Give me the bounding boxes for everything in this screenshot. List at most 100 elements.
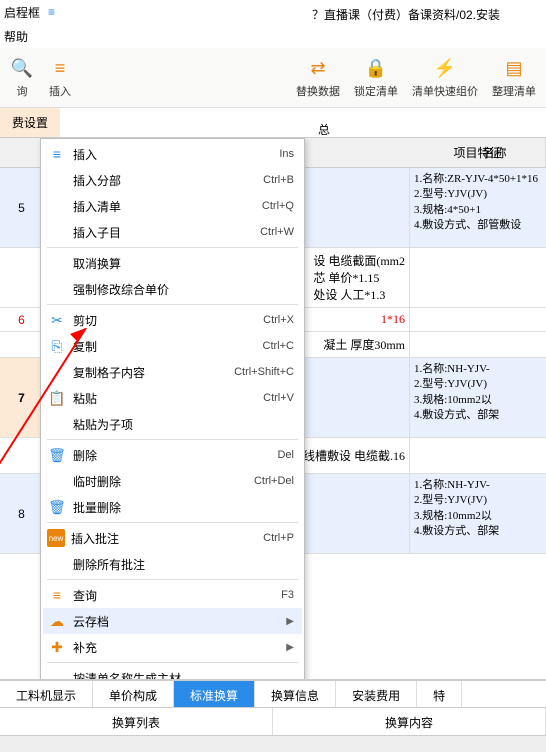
shortcut: Ctrl+C (263, 340, 294, 352)
blank-icon (47, 223, 67, 241)
insert-icon: ≡ (48, 5, 55, 19)
ctx-云存档[interactable]: ☁云存档▶ (43, 608, 302, 634)
ctx-插入[interactable]: ≡插入Ins (43, 141, 302, 167)
≡-icon: ≡ (47, 586, 67, 604)
ctx-label: 插入分部 (67, 172, 263, 189)
blank-icon (47, 280, 67, 298)
subtab-换算内容[interactable]: 换算内容 (273, 708, 546, 735)
blank-icon (47, 472, 67, 490)
ctx-插入批注[interactable]: new插入批注Ctrl+P (43, 525, 302, 551)
tab-工料机显示[interactable]: 工料机显示 (0, 681, 93, 707)
blank-icon (47, 171, 67, 189)
row-index (0, 438, 44, 473)
tab-单价构成[interactable]: 单价构成 (93, 681, 174, 707)
toolbar-lock[interactable]: 🔒 锁定清单 (348, 55, 404, 101)
shortcut: Ctrl+V (263, 392, 294, 404)
tab-特[interactable]: 特 (417, 681, 462, 707)
help-menu[interactable]: 帮助 (4, 28, 28, 45)
toolbar-organize[interactable]: ▤ 整理清单 (486, 55, 542, 101)
ctx-label: 插入子目 (67, 224, 260, 241)
ctx-临时删除[interactable]: 临时删除Ctrl+Del (43, 468, 302, 494)
ctx-label: 剪切 (67, 312, 263, 329)
ctx-label: 粘贴 (67, 390, 263, 407)
ctx-label: 补充 (67, 639, 282, 656)
ctx-label: 删除 (67, 447, 277, 464)
ctx-按清单名称生成主材[interactable]: 按清单名称生成主材 (43, 665, 302, 680)
col-name: 名称 (312, 138, 546, 167)
ctx-强制修改综合单价[interactable]: 强制修改综合单价 (43, 276, 302, 302)
tab-标准换算[interactable]: 标准换算 (174, 681, 255, 707)
blank-icon (47, 669, 67, 680)
ctx-补充[interactable]: ✚补充▶ (43, 634, 302, 660)
row-index: 6 (0, 308, 44, 331)
ctx-删除所有批注[interactable]: 删除所有批注 (43, 551, 302, 577)
subnav-fee[interactable]: 费设置 (0, 108, 60, 137)
ctx-插入清单[interactable]: 插入清单Ctrl+Q (43, 193, 302, 219)
list-icon: ▤ (502, 57, 526, 81)
blank-icon (47, 254, 67, 272)
ctx-label: 复制格子内容 (67, 364, 234, 381)
toolbar-query[interactable]: 🔍 询 (4, 55, 40, 101)
✚-icon: ✚ (47, 638, 67, 656)
scrollbar[interactable] (0, 736, 546, 752)
ctx-取消换算[interactable]: 取消换算 (43, 250, 302, 276)
row-feature: 1.名称:NH-YJV- 2.型号:YJV(JV) 3.规格:10mm2以 4.… (410, 358, 546, 437)
toolbar-insert-label: 插入 (49, 83, 71, 99)
row-feature (410, 248, 546, 307)
tab-安装费用[interactable]: 安装费用 (336, 681, 417, 707)
ctx-label: 删除所有批注 (67, 556, 294, 573)
shortcut: Ctrl+Shift+C (234, 366, 294, 378)
shortcut: Ctrl+P (263, 532, 294, 544)
bottom-subtabs: 换算列表换算内容 (0, 708, 546, 736)
shortcut: Ctrl+Del (254, 475, 294, 487)
ctx-粘贴[interactable]: 📋粘贴Ctrl+V (43, 385, 302, 411)
⎘-icon: ⎘ (47, 337, 67, 355)
ctx-label: 云存档 (67, 613, 282, 630)
🗑-icon: 🗑 (47, 446, 67, 464)
≡-icon: ≡ (47, 145, 67, 163)
✂-icon: ✂ (47, 311, 67, 329)
🗑-icon: 🗑 (47, 498, 67, 516)
ctx-label: 取消换算 (67, 255, 294, 272)
ctx-label: 临时删除 (67, 473, 254, 490)
ctx-复制[interactable]: ⎘复制Ctrl+C (43, 333, 302, 359)
ctx-复制格子内容[interactable]: 复制格子内容Ctrl+Shift+C (43, 359, 302, 385)
📋-icon: 📋 (47, 389, 67, 407)
subnav-total: 总 (318, 121, 330, 138)
ctx-label: 复制 (67, 338, 263, 355)
shortcut: Ctrl+B (263, 174, 294, 186)
bottom-tabs: 工料机显示单价构成标准换算换算信息安装费用特 (0, 680, 546, 708)
ctx-label: 按清单名称生成主材 (67, 670, 294, 681)
shortcut: Ctrl+W (260, 226, 294, 238)
lock-icon: 🔒 (364, 57, 388, 81)
ctx-label: 查询 (67, 587, 281, 604)
toolbar-quickprice[interactable]: ⚡ 清单快速组价 (406, 55, 484, 101)
blank-icon (47, 415, 67, 433)
new-icon: new (47, 529, 65, 547)
ctx-插入分部[interactable]: 插入分部Ctrl+B (43, 167, 302, 193)
row-feature (410, 332, 546, 357)
ctx-查询[interactable]: ≡查询F3 (43, 582, 302, 608)
subtab-换算列表[interactable]: 换算列表 (0, 708, 273, 735)
ctx-批量删除[interactable]: 🗑批量删除 (43, 494, 302, 520)
ctx-粘贴为子项[interactable]: 粘贴为子项 (43, 411, 302, 437)
window-path: ？直播课（付费）备课资料/02.安装 (312, 6, 500, 23)
row-feature: 1.名称:NH-YJV- 2.型号:YJV(JV) 3.规格:10mm2以 4.… (410, 474, 546, 553)
ctx-label: 强制修改综合单价 (67, 281, 294, 298)
ctx-label: 批量删除 (67, 499, 294, 516)
toolbar-insert[interactable]: ≡ 插入 (42, 55, 78, 101)
row-feature (410, 438, 546, 473)
insert-icon: ≡ (48, 57, 72, 81)
ctx-剪切[interactable]: ✂剪切Ctrl+X (43, 307, 302, 333)
ctx-label: 插入清单 (67, 198, 262, 215)
shortcut: F3 (281, 589, 294, 601)
toolbar-replace[interactable]: ⇄ 替换数据 (290, 55, 346, 101)
ctx-插入子目[interactable]: 插入子目Ctrl+W (43, 219, 302, 245)
ctx-删除[interactable]: 🗑删除Del (43, 442, 302, 468)
bolt-icon: ⚡ (433, 57, 457, 81)
tab-换算信息[interactable]: 换算信息 (255, 681, 336, 707)
ctx-label: 插入批注 (65, 530, 263, 547)
context-menu: ≡插入Ins插入分部Ctrl+B插入清单Ctrl+Q插入子目Ctrl+W取消换算… (40, 138, 305, 680)
blank-icon (47, 363, 67, 381)
ctx-label: 插入 (67, 146, 279, 163)
